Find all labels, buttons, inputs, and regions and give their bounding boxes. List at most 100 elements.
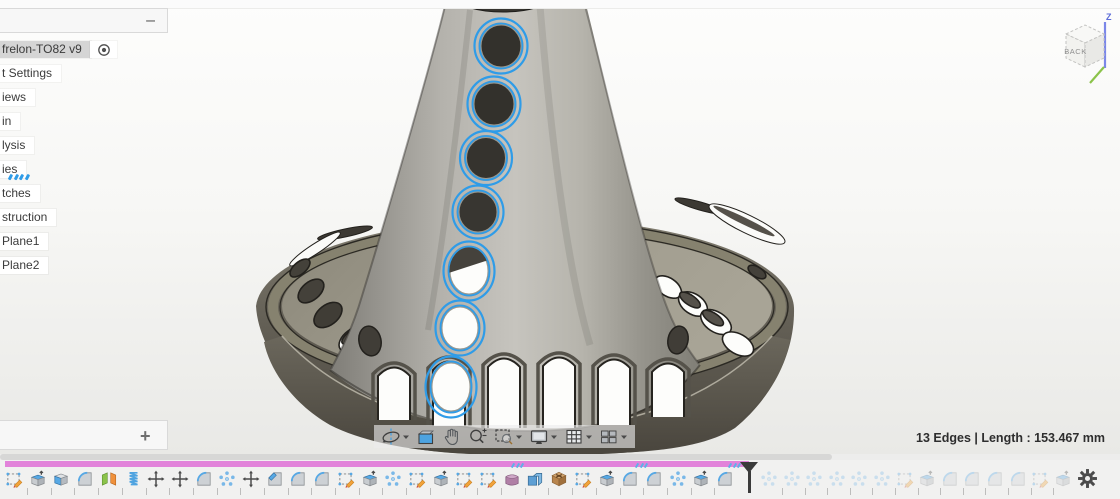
browser-item-plane1[interactable]: Plane1 [0, 233, 48, 250]
pattern-feature-icon[interactable] [828, 470, 846, 488]
look-at-button[interactable] [413, 425, 439, 448]
pattern-feature-icon[interactable] [805, 470, 823, 488]
timeline-tick [74, 488, 75, 495]
move-feature-icon[interactable] [242, 470, 260, 488]
sketch-feature-icon[interactable] [479, 470, 497, 488]
component-activate-radio-icon[interactable] [90, 41, 117, 58]
zoom-button[interactable] [465, 425, 491, 448]
timeline-tick [667, 488, 668, 495]
extrude-feature-icon[interactable] [361, 470, 379, 488]
sketch-feature-icon[interactable] [408, 470, 426, 488]
navigation-toolbar [374, 425, 635, 448]
fillet-feature-icon[interactable] [1009, 470, 1027, 488]
pattern-feature-icon[interactable] [218, 470, 236, 488]
fillet-feature-icon[interactable] [986, 470, 1004, 488]
browser-item-tches[interactable]: tches [0, 185, 40, 202]
pan-button[interactable] [439, 425, 465, 448]
timeline-tick [1008, 488, 1009, 495]
browser-item-frelon-to82-v9[interactable]: frelon-TO82 v9 [0, 41, 91, 58]
move-feature-icon[interactable] [171, 470, 189, 488]
pattern-feature-icon[interactable] [760, 470, 778, 488]
viewports-icon [599, 427, 619, 447]
chamfer-feature-icon[interactable] [266, 470, 284, 488]
fillet-feature-icon[interactable] [716, 470, 734, 488]
display-settings-button[interactable] [526, 425, 561, 448]
browser-item-struction[interactable]: struction [0, 209, 56, 226]
timeline-tick [940, 488, 941, 495]
sketch-feature-icon[interactable] [1031, 470, 1049, 488]
fillet-feature-icon[interactable] [289, 470, 307, 488]
sketch-feature-icon[interactable] [896, 470, 914, 488]
timeline-tick [963, 488, 964, 495]
extrude-feature-icon[interactable] [692, 470, 710, 488]
timeline-settings-gear-icon[interactable] [1077, 468, 1098, 489]
group-hash-marks-icon [636, 463, 647, 468]
fillet-feature-icon[interactable] [76, 470, 94, 488]
timeline-tick [477, 488, 478, 495]
orbit-button[interactable] [378, 425, 413, 448]
browser-add-button[interactable]: + [140, 423, 151, 449]
timeline-tick [122, 488, 123, 495]
fillet-feature-icon[interactable] [313, 470, 331, 488]
fillet-feature-icon[interactable] [941, 470, 959, 488]
timeline-tick [782, 488, 783, 495]
coil-feature-icon[interactable] [124, 470, 142, 488]
timeline-tick [51, 488, 52, 495]
timeline-tick [714, 488, 715, 495]
browser-item-plane2[interactable]: Plane2 [0, 257, 48, 274]
browser-item-iews[interactable]: iews [0, 89, 35, 106]
browser-footer: + [0, 420, 168, 450]
pattern-feature-icon[interactable] [669, 470, 687, 488]
timeline-tick [193, 488, 194, 495]
browser-item-in[interactable]: in [0, 113, 20, 130]
fillet-feature-icon[interactable] [963, 470, 981, 488]
extrude-feature-icon[interactable] [432, 470, 450, 488]
grid-settings-icon [564, 427, 584, 447]
model-canvas[interactable]: BACK Z – frelon-TO82 v9 t Settings iews in l… [0, 0, 1120, 455]
viewports-button[interactable] [596, 425, 631, 448]
sketch-feature-icon[interactable] [337, 470, 355, 488]
move-feature-icon[interactable] [147, 470, 165, 488]
sketch-feature-icon[interactable] [5, 470, 23, 488]
timeline-tick [454, 488, 455, 495]
timeline-tick [335, 488, 336, 495]
sketch-feature-icon[interactable] [455, 470, 473, 488]
timeline-group-bar[interactable] [5, 461, 749, 467]
window-zoom-icon [494, 427, 514, 447]
timeline-tick [525, 488, 526, 495]
fillet-feature-icon[interactable] [645, 470, 663, 488]
viewcube-face-label[interactable]: BACK [1064, 47, 1086, 56]
selection-status: 13 Edges | Length : 153.467 mm [870, 431, 1105, 445]
timeline-tick [430, 488, 431, 495]
pattern-feature-icon[interactable] [384, 470, 402, 488]
pattern-feature-icon[interactable] [873, 470, 891, 488]
timeline-tick [217, 488, 218, 495]
timeline-playhead-stem[interactable] [748, 471, 751, 493]
pattern-feature-icon[interactable] [850, 470, 868, 488]
extrude-feature-icon[interactable] [918, 470, 936, 488]
timeline-tick [827, 488, 828, 495]
timeline-tick [240, 488, 241, 495]
grid-settings-button[interactable] [561, 425, 596, 448]
view-cube[interactable]: BACK Z [1054, 10, 1120, 90]
browser-item-t-settings[interactable]: t Settings [0, 65, 61, 82]
sketch-feature-icon[interactable] [574, 470, 592, 488]
box-feature-icon[interactable] [52, 470, 70, 488]
form-feature-icon[interactable] [503, 470, 521, 488]
pattern-feature-icon[interactable] [783, 470, 801, 488]
selection-marks-icon [9, 174, 28, 180]
mirror-feature-icon[interactable] [100, 470, 118, 488]
extrude-feature-icon[interactable] [598, 470, 616, 488]
window-zoom-button[interactable] [491, 425, 526, 448]
combine-feature-icon[interactable] [526, 470, 544, 488]
hole-feature-icon[interactable] [550, 470, 568, 488]
timeline-tick [1031, 488, 1032, 495]
group-hash-marks-icon [729, 463, 740, 468]
browser-item-lysis[interactable]: lysis [0, 137, 34, 154]
fillet-feature-icon[interactable] [621, 470, 639, 488]
extrude-feature-icon[interactable] [1054, 470, 1072, 488]
extrude-feature-icon[interactable] [29, 470, 47, 488]
browser-collapse-button[interactable]: – [146, 9, 155, 32]
fillet-feature-icon[interactable] [195, 470, 213, 488]
timeline-tick [311, 488, 312, 495]
